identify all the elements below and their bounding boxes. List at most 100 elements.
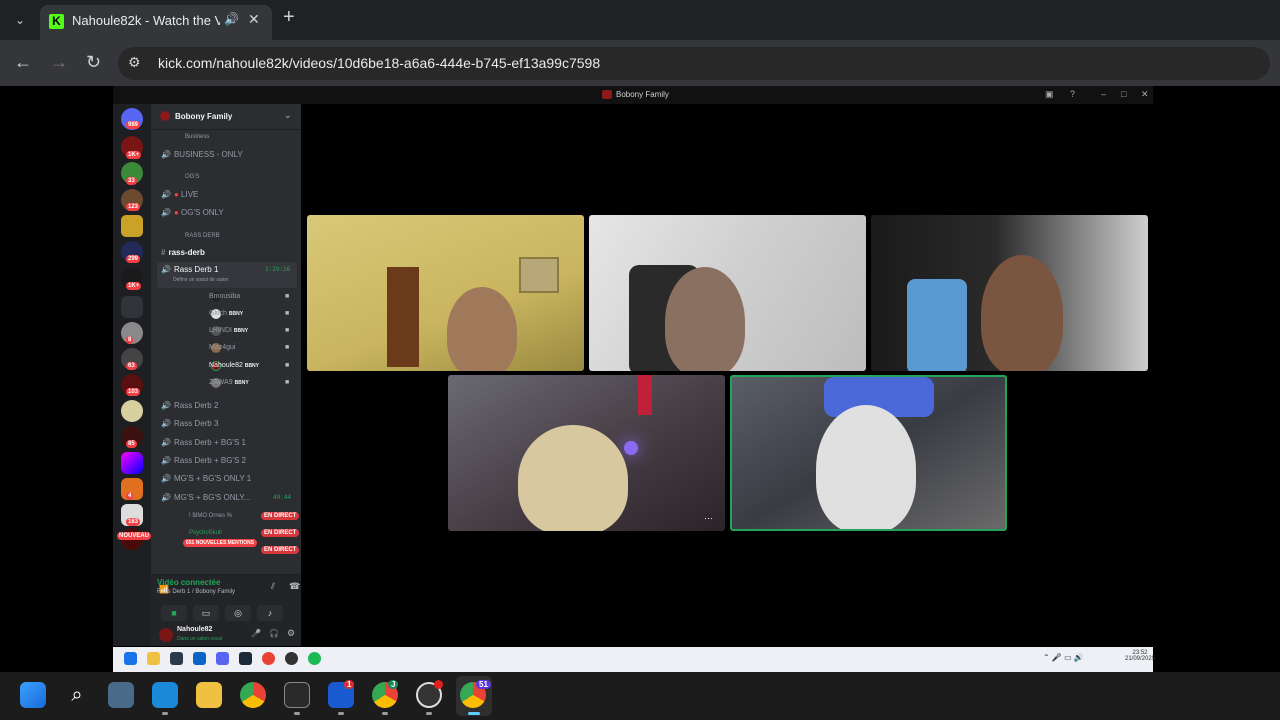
search-icon[interactable]: ⌕ — [64, 682, 90, 708]
server-header[interactable]: Bobony Family ⌄ — [151, 104, 301, 130]
member-bmousiba[interactable]: Bmousiba — [209, 293, 240, 300]
tab-search-chevron-icon[interactable]: ⌄ — [8, 8, 32, 32]
file-explorer-icon[interactable] — [196, 682, 222, 708]
chevron-down-icon[interactable]: ⌄ — [284, 110, 292, 121]
speaker-icon[interactable]: 🔊 — [224, 12, 239, 26]
call-timer: 1:29:16 — [265, 266, 291, 273]
category-business[interactable]: Business — [185, 134, 209, 140]
camera-button[interactable]: ■ — [161, 605, 187, 621]
disconnect-icon[interactable]: ☎ — [289, 581, 300, 592]
microphone-icon[interactable]: 🎤 — [251, 629, 261, 638]
video-tile[interactable]: ⋯ — [448, 375, 725, 531]
browser-tab-bar: ⌄ K Nahoule82k - Watch the VOD 🔊 ✕ + — [0, 0, 1280, 40]
tray-icons: ⌃ 🎤 ▭ 🔊 — [1043, 653, 1084, 662]
capture-app-icon[interactable] — [284, 682, 310, 708]
folder-icon[interactable] — [121, 296, 143, 318]
painting-shape — [519, 257, 559, 293]
video-tile-speaking[interactable] — [730, 375, 1007, 531]
minimize-icon[interactable]: – — [1101, 89, 1106, 99]
help-icon[interactable]: ? — [1070, 89, 1075, 99]
category-rass-derb[interactable]: RASS DERB — [185, 233, 220, 239]
noise-suppression-icon[interactable]: ⫽ — [271, 581, 275, 592]
channel-business-only[interactable]: 🔊 BUSINESS - ONLY — [161, 150, 243, 159]
inbox-icon[interactable]: ▣ — [1045, 89, 1054, 100]
headphones-icon[interactable]: 🎧 — [269, 629, 279, 638]
channel-rass-derb-text[interactable]: # rass-derb — [161, 248, 205, 257]
door-shape — [387, 267, 419, 367]
channel-mgs-bgs-only-1[interactable]: 🔊 MG'S + BG'S ONLY 1 — [161, 474, 251, 483]
reload-icon[interactable]: ↻ — [86, 52, 101, 73]
new-tab-plus-icon[interactable]: + — [283, 6, 295, 29]
lamp-shape — [624, 441, 638, 455]
forward-arrow-icon[interactable]: → — [50, 52, 68, 73]
soundboard-button[interactable]: ♪ — [257, 605, 283, 621]
channel-rass-derb-bgs-2[interactable]: 🔊 Rass Derb + BG'S 2 — [161, 456, 246, 465]
speaker-icon: 🔊 — [161, 438, 171, 447]
camera-icon: ■ — [285, 362, 290, 369]
chrome-icon[interactable] — [240, 682, 266, 708]
settings-gear-icon[interactable]: ⚙ — [287, 628, 295, 639]
channel-rass-derb-1-active[interactable]: 🔊 Rass Derb 1 1:29:16 Définir un statut d… — [157, 262, 297, 288]
avatar[interactable] — [159, 628, 173, 642]
speaker-icon: 🔊 — [161, 150, 171, 159]
chrome-icon — [262, 652, 275, 665]
back-arrow-icon[interactable]: ← — [14, 52, 32, 73]
server-icon[interactable] — [121, 452, 143, 474]
screen-share-button[interactable]: ▭ — [193, 605, 219, 621]
category-ogs[interactable]: OG'S — [185, 174, 199, 180]
channel-live[interactable]: 🔊 ● LIVE — [161, 190, 198, 199]
notification-badge: 85 — [126, 440, 137, 448]
user-panel: Nahoule82 Dans un salon vocal 🎤 🎧 ⚙ — [151, 624, 301, 646]
video-tile[interactable] — [589, 215, 866, 371]
server-icon[interactable] — [121, 400, 143, 422]
tab-count-badge: 51 — [476, 680, 491, 689]
channel-rass-derb-2[interactable]: 🔊 Rass Derb 2 — [161, 401, 218, 410]
mentions-pill[interactable]: 651 NOUVELLES MENTIONS — [183, 539, 258, 547]
username: Nahoule82 — [177, 626, 213, 633]
tab-title: Nahoule82k - Watch the VOD — [72, 13, 220, 28]
browser-tab[interactable]: K Nahoule82k - Watch the VOD 🔊 ✕ — [40, 5, 272, 40]
video-tile[interactable] — [307, 215, 584, 371]
server-list: 989 1K+ 33 123 299 1K+ 8 63 103 85 4 163… — [113, 104, 152, 646]
server-icon[interactable] — [121, 215, 143, 237]
channel-ogs-only[interactable]: 🔊 ● OG'S ONLY — [161, 208, 224, 217]
notification-badge: 63 — [126, 362, 137, 370]
obs-icon — [285, 652, 298, 665]
maximize-icon[interactable]: □ — [1121, 89, 1126, 99]
notification-badge: 989 — [126, 121, 141, 129]
discord-title-bar: Bobony Family ▣ ? – □ ✕ — [113, 86, 1153, 104]
member-simo[interactable]: ! $IMO Ornes % — [189, 513, 232, 519]
voice-location[interactable]: Rass Derb 1 / Bobony Family — [157, 589, 235, 595]
member-lhindi[interactable]: LHINDI BBNY — [209, 327, 248, 334]
address-bar[interactable]: ⚙ kick.com/nahoule82k/videos/10d6be18-a6… — [118, 47, 1270, 80]
participant-video — [447, 287, 517, 371]
activity-button[interactable]: ◎ — [225, 605, 251, 621]
site-info-icon[interactable]: ⚙ — [128, 54, 141, 71]
notification-badge: 163 — [126, 518, 141, 526]
windows-start-icon[interactable] — [20, 682, 46, 708]
member-glitch[interactable]: Glitch BBNY — [209, 310, 243, 317]
server-avatar-icon — [160, 111, 170, 121]
member-psychoskull[interactable]: PsychoSkull — [189, 530, 222, 536]
participant-video — [518, 425, 628, 531]
member-maz4gui[interactable]: Maz4gui — [209, 344, 235, 351]
camera-icon: ■ — [285, 327, 290, 334]
speaker-icon: 🔊 — [161, 190, 171, 199]
photos-app-icon[interactable] — [152, 682, 178, 708]
call-timer: 49:44 — [273, 494, 292, 501]
video-tile[interactable] — [871, 215, 1148, 371]
close-icon[interactable]: ✕ — [1141, 89, 1149, 100]
task-view-icon[interactable] — [108, 682, 134, 708]
speaker-icon: 🔊 — [161, 401, 171, 410]
member-nahoule82[interactable]: Nahoule82 BBNY — [209, 362, 259, 369]
channel-rass-derb-bgs-1[interactable]: 🔊 Rass Derb + BG'S 1 — [161, 438, 246, 447]
channel-mgs-bgs-only-2[interactable]: 🔊 MG'S + BG'S ONLY... — [161, 493, 250, 502]
running-indicator — [294, 712, 300, 715]
more-options-icon[interactable]: ⋯ — [704, 513, 713, 524]
close-icon[interactable]: ✕ — [248, 11, 260, 28]
notification-badge: 33 — [126, 177, 137, 185]
member-zawa9[interactable]: ZAWA9 BBNY — [209, 379, 249, 386]
channel-rass-derb-3[interactable]: 🔊 Rass Derb 3 — [161, 419, 218, 428]
video-player[interactable]: Bobony Family ▣ ? – □ ✕ 989 1K+ 33 123 2… — [113, 86, 1153, 646]
speaker-icon: 🔊 — [161, 474, 171, 483]
